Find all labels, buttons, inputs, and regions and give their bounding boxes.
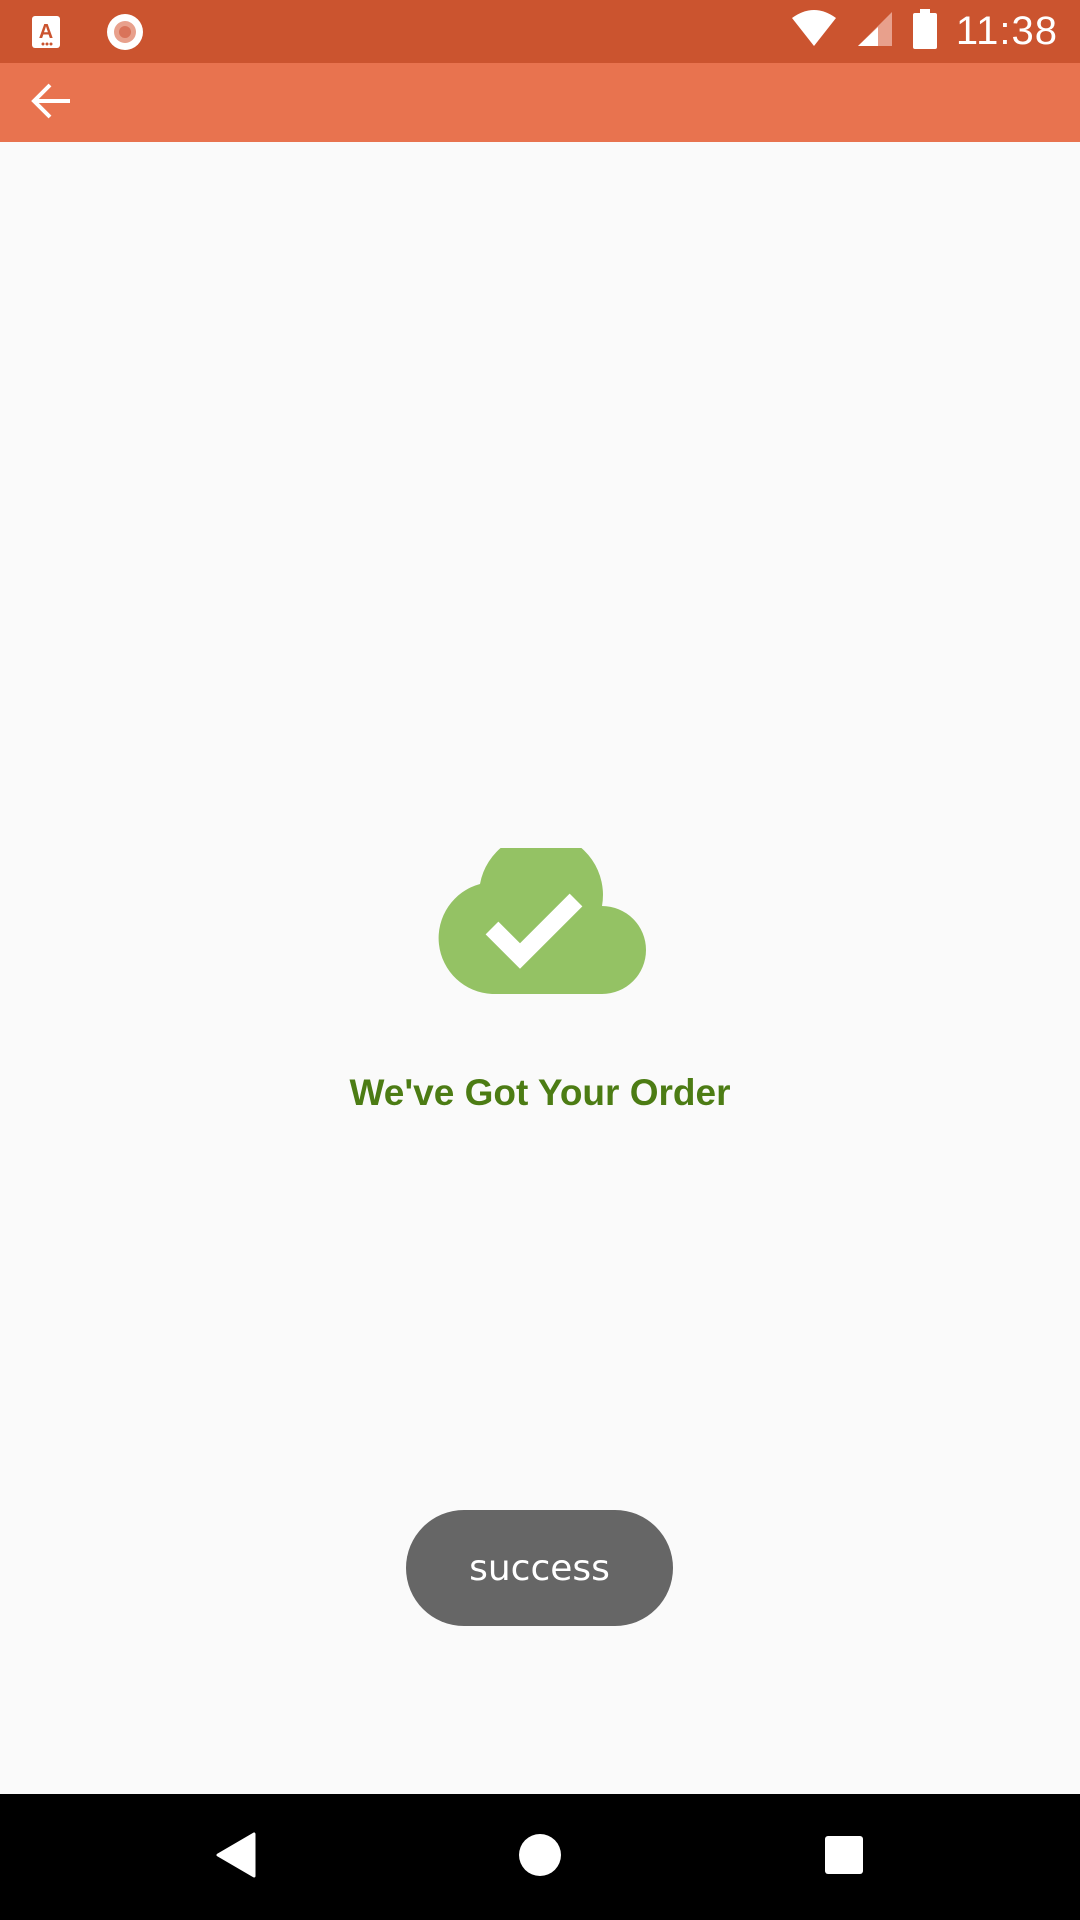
status-bar: A 11:38 (0, 0, 1080, 63)
cloud-check-icon (432, 833, 648, 994)
toast-text: success (469, 1547, 610, 1589)
recents-square-icon (824, 1835, 864, 1880)
nav-recents-button[interactable] (784, 1794, 904, 1920)
success-toast: success (406, 1510, 673, 1626)
svg-text:A: A (39, 21, 53, 43)
back-button[interactable] (22, 73, 82, 133)
record-icon (106, 13, 144, 56)
nav-home-button[interactable] (480, 1794, 600, 1920)
status-left-icons: A (30, 13, 144, 56)
battery-icon (912, 9, 938, 54)
wifi-icon (790, 10, 838, 53)
app-a-icon: A (30, 14, 62, 55)
arrow-back-icon (30, 79, 74, 128)
back-triangle-icon (216, 1832, 256, 1883)
nav-back-button[interactable] (176, 1794, 296, 1920)
signal-icon (856, 10, 894, 53)
navigation-bar (0, 1794, 1080, 1920)
app-bar (0, 63, 1080, 142)
home-circle-icon (518, 1833, 562, 1882)
order-confirmation-message: We've Got Your Order (349, 1072, 731, 1113)
status-time: 11:38 (955, 9, 1058, 53)
status-right-icons: 11:38 (790, 0, 1058, 63)
